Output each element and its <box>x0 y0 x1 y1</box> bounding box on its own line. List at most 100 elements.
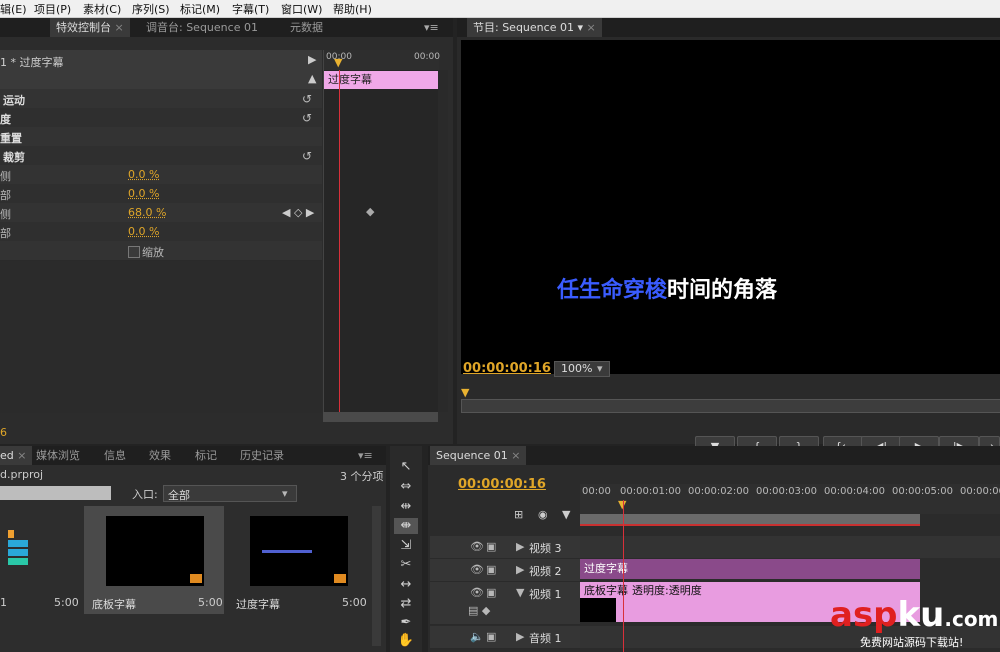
reset-icon[interactable]: ↺ <box>302 149 312 163</box>
entry-select[interactable]: 全部 ▾ <box>163 485 297 502</box>
menu-title[interactable]: 字幕(T) <box>232 1 269 17</box>
menu-edit[interactable]: 辑(E) <box>0 1 27 17</box>
project-item[interactable]: 1 5:00 <box>0 506 80 610</box>
slide-tool-icon[interactable]: ⇄ <box>394 596 418 612</box>
close-icon[interactable]: × <box>115 21 124 34</box>
ruler-tick-label: 00:00:06 <box>960 486 1000 497</box>
rolling-edit-tool-icon[interactable]: ⇼ <box>394 518 418 534</box>
item-duration: 5:00 <box>198 596 223 609</box>
eye-icon[interactable]: 👁 <box>470 586 484 599</box>
speaker-icon[interactable]: 🔈 <box>470 630 484 643</box>
mini-clip-bar[interactable]: 过度字幕 <box>324 71 439 89</box>
entry-label: 入口: <box>132 488 158 501</box>
film-icon[interactable]: ▣ <box>486 630 496 643</box>
film-icon[interactable]: ▣ <box>486 540 496 553</box>
effect-hscroll[interactable] <box>323 412 438 422</box>
program-timecode[interactable]: 00:00:00:16 <box>463 361 551 376</box>
menu-help[interactable]: 帮助(H) <box>333 1 372 17</box>
ripple-edit-tool-icon[interactable]: ⇹ <box>394 499 418 515</box>
play-triangle-icon[interactable]: ▶ <box>308 53 316 66</box>
track-header-video3: 👁 ▣ ▶ 视频 3 <box>430 536 580 559</box>
tab-effect-controls[interactable]: 特效控制台 × <box>50 18 130 37</box>
menu-window[interactable]: 窗口(W) <box>281 1 322 17</box>
work-area-bar[interactable] <box>580 514 920 526</box>
track-lane-video3 <box>580 536 1000 558</box>
menu-sequence[interactable]: 序列(S) <box>132 1 170 17</box>
tab-media-browser[interactable]: 媒体浏览 <box>36 446 80 465</box>
zoom-checkbox[interactable] <box>128 246 140 258</box>
ruler-tick-label: 00:00:05:00 <box>892 486 954 497</box>
prop-value[interactable]: 68.0 % <box>128 206 166 219</box>
track-name: 音频 1 <box>529 632 562 645</box>
expand-triangle-icon[interactable]: ▶ <box>516 563 524 576</box>
collapse-triangle-icon[interactable]: ▼ <box>516 586 524 599</box>
tab-effects[interactable]: 效果 <box>149 446 171 465</box>
tab-markers[interactable]: 标记 <box>195 446 217 465</box>
keyframe-toggle-icon[interactable]: ▤ ◆ <box>468 604 490 617</box>
tab-history[interactable]: 历史记录 <box>240 446 284 465</box>
panel-menu-icon[interactable]: ▾≡ <box>424 18 439 37</box>
eye-icon[interactable]: 👁 <box>470 563 484 576</box>
snap-icon[interactable]: ⊞ <box>514 508 523 521</box>
keyframe-diamond-icon[interactable]: ◆ <box>366 205 374 218</box>
title-badge-icon <box>334 574 346 583</box>
prop-value[interactable]: 0.0 % <box>128 225 159 238</box>
keyframe-nav-icons[interactable]: ◀ ◇ ▶ <box>282 206 314 219</box>
program-scrub-bar[interactable] <box>461 399 1000 413</box>
prop-value[interactable]: 0.0 % <box>128 187 159 200</box>
title-badge-icon <box>190 574 202 583</box>
playhead-icon[interactable]: ▼ <box>334 56 342 69</box>
prop-value[interactable]: 0.0 % <box>128 168 159 181</box>
reset-icon[interactable]: ↺ <box>302 92 312 106</box>
close-icon[interactable]: × <box>511 449 520 462</box>
program-playhead-icon[interactable]: ▼ <box>461 386 469 399</box>
tab-info[interactable]: 信息 <box>104 446 126 465</box>
razor-tool-icon[interactable]: ✂ <box>394 557 418 573</box>
clip-effect-label[interactable]: 透明度:透明度 <box>632 582 702 598</box>
menu-clip[interactable]: 素材(C) <box>83 1 121 17</box>
item-name: 1 <box>0 596 7 609</box>
prop-label: 部 <box>0 189 11 202</box>
eye-icon[interactable]: 👁 <box>470 540 484 553</box>
rate-stretch-tool-icon[interactable]: ⇲ <box>394 538 418 554</box>
pen-tool-icon[interactable]: ✒ <box>394 615 418 631</box>
prop-empty-area <box>0 261 322 413</box>
effect-vscroll[interactable] <box>438 70 448 412</box>
close-icon[interactable]: × <box>587 21 596 34</box>
tab-program[interactable]: 节目: Sequence 01 ▾ × <box>467 18 602 37</box>
timeline-ruler: 00:00 00:00:01:00 00:00:02:00 00:00:03:0… <box>580 484 1000 514</box>
timeline-timecode[interactable]: 00:00:00:16 <box>458 477 546 492</box>
expand-triangle-icon[interactable]: ▶ <box>516 540 524 553</box>
menu-marker[interactable]: 标记(M) <box>180 1 220 17</box>
clip-video2[interactable]: 过度字幕 <box>580 559 920 579</box>
zoom-select[interactable]: 100% ▾ <box>554 361 610 377</box>
selection-tool-icon[interactable]: ↖ <box>394 459 418 475</box>
film-icon[interactable]: ▣ <box>486 563 496 576</box>
tab-project[interactable]: ed × <box>0 446 33 465</box>
panel-menu-icon[interactable]: ▾≡ <box>358 446 373 465</box>
track-select-tool-icon[interactable]: ⇔ <box>394 479 418 495</box>
menu-project[interactable]: 项目(P) <box>34 1 71 17</box>
tab-sequence[interactable]: Sequence 01 × <box>430 446 527 465</box>
expand-triangle-icon[interactable]: ▶ <box>516 630 524 643</box>
tab-metadata[interactable]: 元数据 <box>290 18 323 37</box>
tab-audio-mixer[interactable]: 调音台: Sequence 01 <box>146 18 258 37</box>
marker-icon[interactable]: ◉ <box>538 508 548 521</box>
track-name: 视频 1 <box>529 588 562 601</box>
close-icon[interactable]: × <box>17 449 26 462</box>
chevron-down-icon[interactable]: ▾ <box>577 21 583 34</box>
search-input[interactable] <box>0 486 111 500</box>
add-marker-icon[interactable]: ▼ <box>562 508 570 521</box>
collapse-up-icon[interactable]: ▲ <box>308 72 316 85</box>
reset-icon[interactable]: ↺ <box>302 111 312 125</box>
film-icon[interactable]: ▣ <box>486 586 496 599</box>
project-item[interactable]: 过度字幕 5:00 <box>228 506 368 614</box>
project-item[interactable]: 底板字幕 5:00 <box>84 506 224 614</box>
slip-tool-icon[interactable]: ↔ <box>394 577 418 593</box>
prop-row-right: 侧 68.0 % ◀ ◇ ▶ <box>0 203 322 223</box>
project-vscroll[interactable] <box>372 506 381 646</box>
tab-label: Sequence 01 <box>436 449 508 462</box>
hand-tool-icon[interactable]: ✋ <box>394 633 418 649</box>
ruler-tick-label: 00:00:04:00 <box>824 486 886 497</box>
prop-label: 重置 <box>0 132 22 145</box>
